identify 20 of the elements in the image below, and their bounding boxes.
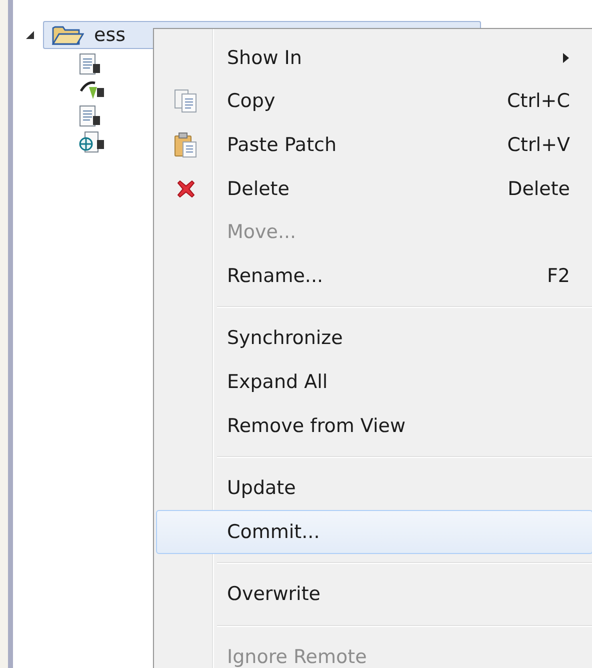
menu-item[interactable]: Paste Patch Ctrl+V [156,123,592,167]
menu-item[interactable]: Delete Delete [156,166,592,210]
menu-item[interactable]: Commit... [156,510,592,554]
menu-item[interactable]: Overwrite [156,572,592,616]
document-icon [79,53,101,77]
document-icon [79,105,101,129]
copy-icon [174,89,198,114]
menu-item[interactable]: Synchronize [156,316,592,360]
collapse-icon[interactable] [25,30,35,40]
menu-item[interactable]: Update [156,466,592,510]
clipboard-icon [174,132,198,158]
menu-item[interactable]: Rename... F2 [156,254,592,298]
submenu-arrow-icon [562,52,570,64]
globe-document-icon [79,131,105,155]
menu-item[interactable]: Expand All [156,360,592,404]
delete-icon [175,178,197,200]
menu-item[interactable]: Copy Ctrl+C [156,80,592,124]
folder-icon [52,24,84,46]
menu-item[interactable]: Show In [156,36,592,80]
menu-item[interactable]: Remove from View [156,404,592,448]
